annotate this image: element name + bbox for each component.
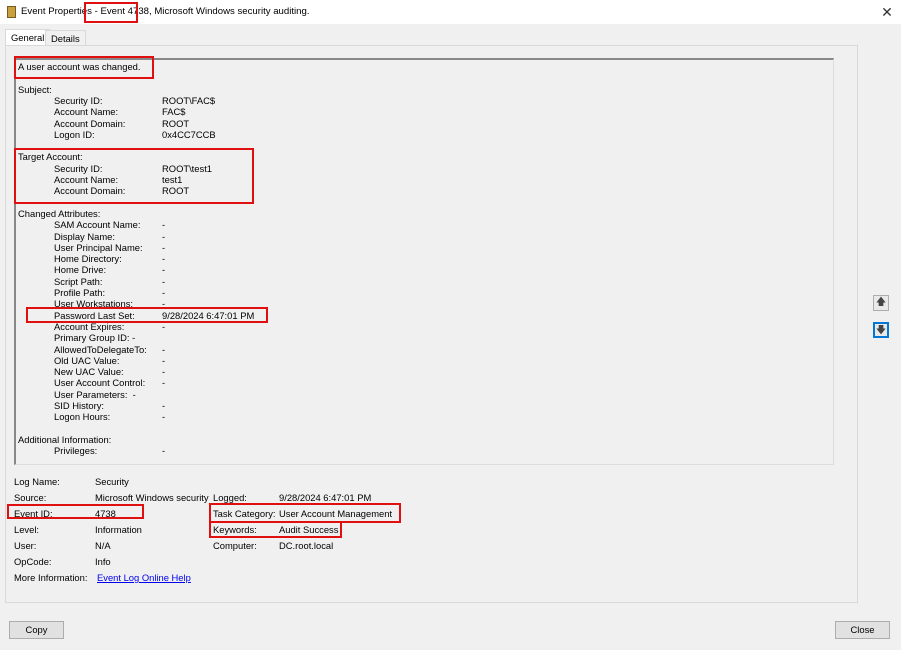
attribute-value: - (162, 275, 166, 287)
attribute-label: Script Path: (54, 275, 103, 287)
attribute-value: test1 (162, 174, 183, 185)
attribute-label: AllowedToDelegateTo: (54, 343, 147, 355)
attribute-label: Account Domain: (54, 185, 126, 197)
attribute-value: - (162, 230, 166, 242)
tab-general[interactable]: General (5, 29, 51, 46)
user-label: User: (14, 540, 37, 551)
attribute-label: Display Name: (54, 230, 115, 242)
attribute-value: - (162, 320, 166, 332)
event-id-label: Event ID: (14, 508, 53, 519)
keywords-value: Audit Success (279, 524, 339, 535)
attribute-value: ROOT (162, 117, 190, 129)
logged-value: 9/28/2024 6:47:01 PM (279, 492, 372, 503)
attribute-label: Home Directory: (54, 253, 122, 265)
description-line: Target Account: (18, 151, 83, 163)
source-value: Microsoft Windows security (95, 492, 209, 503)
attribute-label: Account Expires: (54, 320, 125, 332)
attribute-value: - (162, 253, 166, 265)
tab-details[interactable]: Details (45, 30, 86, 45)
level-value: Information (95, 524, 142, 535)
attribute-label: Account Domain: (54, 117, 126, 129)
log-name-label: Log Name: (14, 476, 60, 487)
computer-label: Computer: (213, 540, 257, 551)
attribute-label: New UAC Value: (54, 366, 124, 378)
attribute-label: User Parameters: - (54, 388, 136, 400)
source-label: Source: (14, 492, 47, 503)
attribute-value: FAC$ (162, 106, 186, 118)
attribute-label: Password Last Set: (54, 309, 135, 321)
attribute-label: Home Drive: (54, 264, 107, 276)
attribute-value: 9/28/2024 6:47:01 PM (162, 309, 255, 321)
attribute-value: 0x4CC7CCB (162, 128, 216, 140)
description-line: A user account was changed. (18, 61, 141, 72)
event-log-online-help-link[interactable]: Event Log Online Help (97, 572, 191, 583)
attribute-value: - (162, 411, 166, 423)
attribute-label: Security ID: (54, 94, 103, 106)
attribute-value: - (162, 264, 166, 276)
arrow-up-icon: 🡅 (875, 297, 887, 308)
attribute-value: - (162, 366, 166, 378)
close-button[interactable]: Close (835, 621, 890, 639)
attribute-label: Privileges: (54, 445, 98, 457)
attribute-label: User Workstations: (54, 298, 134, 310)
opcode-value: Info (95, 556, 111, 567)
arrow-down-icon: 🡇 (875, 325, 887, 336)
close-window-button[interactable]: ✕ (877, 2, 897, 22)
attribute-value: - (162, 298, 166, 310)
attribute-label: User Principal Name: (54, 241, 143, 253)
attribute-label: Primary Group ID: - (54, 332, 136, 344)
attribute-value: - (162, 219, 166, 231)
attribute-label: User Account Control: (54, 377, 146, 389)
attribute-label: SID History: (54, 400, 105, 411)
logged-label: Logged: (213, 492, 247, 503)
window-title: Event Properties - Event 4738, Microsoft… (21, 6, 310, 17)
more-info-label: More Information: (14, 572, 88, 583)
attribute-label: SAM Account Name: (54, 219, 141, 231)
opcode-label: OpCode: (14, 556, 52, 567)
attribute-label: Account Name: (54, 106, 119, 118)
description-line: Changed Attributes: (18, 207, 101, 219)
attribute-label: Profile Path: (54, 287, 106, 298)
next-event-button[interactable]: 🡇 (873, 322, 889, 338)
event-description-box[interactable] (14, 58, 834, 465)
attribute-label: Old UAC Value: (54, 354, 120, 366)
description-line: Subject: (18, 83, 52, 95)
attribute-value: ROOT (162, 185, 190, 197)
computer-value: DC.root.local (279, 540, 334, 551)
event-viewer-icon (7, 6, 16, 18)
event-id-value: 4738 (95, 508, 116, 519)
keywords-label: Keywords: (213, 524, 257, 535)
task-category-value: User Account Management (279, 508, 393, 519)
level-label: Level: (14, 524, 40, 535)
previous-event-button[interactable]: 🡅 (873, 295, 889, 311)
attribute-value: - (162, 354, 166, 366)
attribute-value: - (162, 287, 166, 298)
attribute-label: Security ID: (54, 162, 103, 174)
description-line: Additional Information: (18, 433, 112, 445)
attribute-value: ROOT\test1 (162, 162, 213, 174)
copy-button[interactable]: Copy (9, 621, 64, 639)
log-name-value: Security (95, 476, 129, 487)
attribute-value: - (162, 343, 166, 355)
attribute-value: ROOT\FAC$ (162, 94, 216, 106)
attribute-label: Account Name: (54, 174, 119, 185)
user-value: N/A (95, 540, 111, 551)
attribute-value: - (162, 400, 166, 411)
title-bar: Event Properties - Event 4738, Microsoft… (0, 0, 901, 24)
attribute-label: Logon ID: (54, 128, 95, 140)
attribute-value: - (162, 377, 166, 389)
attribute-value: - (162, 241, 166, 253)
task-category-label: Task Category: (213, 508, 276, 519)
attribute-label: Logon Hours: (54, 411, 111, 423)
attribute-value: - (162, 445, 166, 457)
